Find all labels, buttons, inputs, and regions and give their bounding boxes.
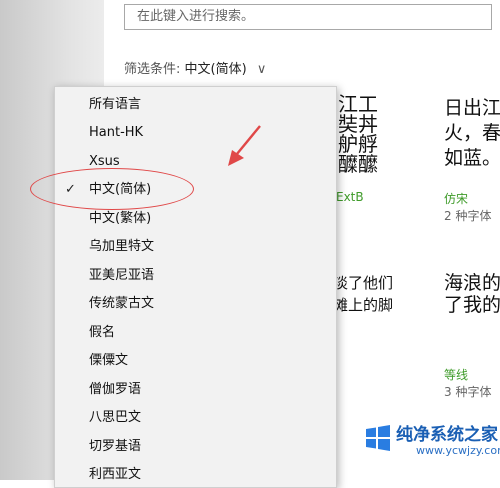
windows-logo-icon	[366, 425, 390, 451]
red-arrow-annotation	[228, 125, 261, 166]
watermark-url: www.ycwjzy.com	[416, 444, 500, 457]
watermark-title: 纯净系统之家	[396, 425, 498, 445]
watermark: 纯净系统之家 www.ycwjzy.com	[356, 418, 500, 480]
